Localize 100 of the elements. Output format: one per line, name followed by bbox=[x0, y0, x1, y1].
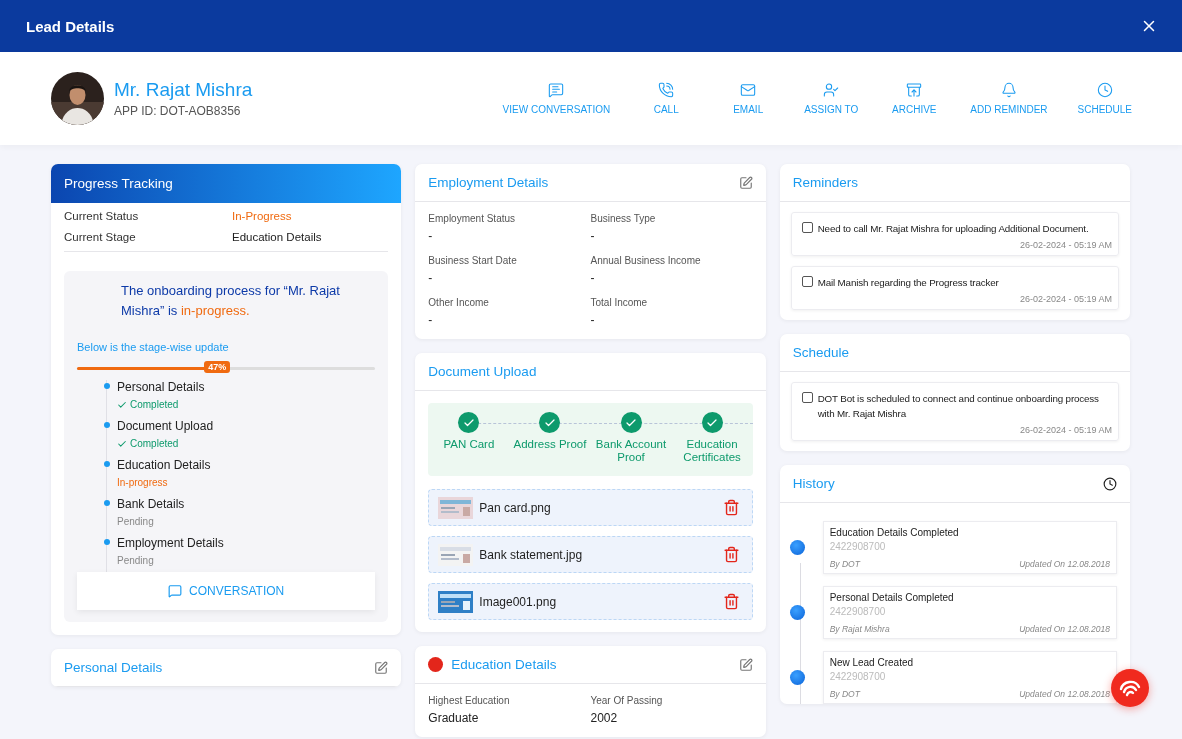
delete-button[interactable] bbox=[722, 593, 740, 610]
note-time: 26-02-2024 - 05:19 AM bbox=[1019, 294, 1112, 304]
history-author: By Rajat Mishra bbox=[829, 624, 890, 634]
window-title: Lead Details bbox=[26, 17, 115, 35]
stage-dot bbox=[104, 539, 110, 545]
note-time: 26-02-2024 - 05:19 AM bbox=[1019, 425, 1112, 435]
action-button[interactable]: ARCHIVE bbox=[888, 82, 941, 115]
stage-name: Document Upload bbox=[117, 419, 215, 433]
history-date: Updated On 12.08.2018 bbox=[1019, 624, 1110, 634]
field-label: Year Of Passing bbox=[590, 695, 664, 706]
check-icon bbox=[117, 438, 127, 449]
phone-icon bbox=[658, 82, 675, 98]
action-button[interactable]: ADD REMINDER bbox=[970, 82, 1048, 115]
chat-bot-button[interactable] bbox=[1111, 669, 1149, 707]
field-label: Highest Education bbox=[428, 695, 511, 706]
checkbox[interactable] bbox=[801, 392, 813, 403]
step-label: Bank Account Proof bbox=[594, 438, 668, 464]
file-name: Bank statement.jpg bbox=[479, 547, 584, 562]
progress-percent: 47% bbox=[204, 361, 231, 373]
stage-status: Pending bbox=[117, 516, 155, 527]
history-author: By DOT bbox=[829, 689, 860, 699]
note-text: Mail Manish regarding the Progress tracker bbox=[817, 276, 999, 290]
clock-icon bbox=[1103, 476, 1117, 491]
timeline-dot bbox=[789, 670, 805, 685]
file-name: Pan card.png bbox=[479, 500, 552, 515]
field-value: - bbox=[428, 313, 434, 327]
clock-icon bbox=[1096, 82, 1113, 98]
field-label: Total Income bbox=[590, 297, 649, 308]
dot-icon bbox=[428, 657, 444, 672]
field-value: - bbox=[590, 229, 596, 243]
mail-icon bbox=[740, 82, 757, 98]
field-value: Graduate bbox=[428, 711, 480, 725]
card-title: History bbox=[792, 476, 835, 491]
note-text: Need to call Mr. Rajat Mishra for uploading Additional Document. bbox=[817, 222, 1089, 236]
stage-dot bbox=[104, 500, 110, 506]
info-label: Current Stage bbox=[64, 231, 137, 243]
action-button[interactable]: VIEW CONVERSATION bbox=[502, 82, 611, 115]
card-title: Employment Details bbox=[428, 175, 549, 190]
stage-name: Bank Details bbox=[117, 497, 186, 511]
card-header: Progress Tracking bbox=[51, 164, 402, 203]
field-value: - bbox=[428, 271, 434, 285]
action-button[interactable]: SCHEDULE bbox=[1077, 82, 1132, 115]
note-time: 26-02-2024 - 05:19 AM bbox=[1019, 240, 1112, 250]
step-label: PAN Card bbox=[443, 438, 495, 451]
delete-button[interactable] bbox=[722, 546, 740, 563]
history-number: 2422908700 bbox=[829, 606, 887, 617]
edit-button[interactable] bbox=[738, 175, 753, 190]
field-value: - bbox=[590, 271, 596, 285]
history-title: Education Details Completed bbox=[829, 527, 960, 538]
conversation-button[interactable]: CONVERSATION bbox=[77, 572, 376, 610]
field-label: Annual Business Income bbox=[590, 255, 702, 266]
bell-icon bbox=[1000, 82, 1017, 98]
history-date: Updated On 12.08.2018 bbox=[1019, 689, 1110, 699]
stage-name: Education Details bbox=[117, 458, 212, 472]
info-value: In-Progress bbox=[232, 210, 293, 222]
field-value: 2002 bbox=[590, 711, 619, 725]
card-title: Reminders bbox=[792, 175, 858, 190]
info-value: Education Details bbox=[232, 231, 323, 243]
stage-dot bbox=[104, 422, 110, 428]
card-title: Document Upload bbox=[428, 364, 537, 379]
chat-icon bbox=[548, 82, 565, 98]
lead-name: Mr. Rajat Mishra bbox=[114, 79, 254, 101]
edit-button[interactable] bbox=[374, 660, 389, 675]
stage-name: Employment Details bbox=[117, 536, 225, 550]
status-message: The onboarding process for “Mr. Rajat Mishra” is in-progress. bbox=[120, 282, 341, 320]
check-icon bbox=[117, 399, 127, 410]
stage-status: Completed bbox=[117, 399, 376, 410]
action-button[interactable]: ASSIGN TO bbox=[804, 82, 859, 115]
archive-icon bbox=[906, 82, 923, 98]
field-label: Employment Status bbox=[428, 213, 517, 224]
field-label: Business Type bbox=[590, 213, 657, 224]
app-id: APP ID: DOT-AOB8356 bbox=[114, 104, 242, 118]
timeline-dot bbox=[789, 605, 805, 620]
action-button[interactable]: CALL bbox=[640, 82, 693, 115]
checkbox[interactable] bbox=[801, 222, 813, 233]
edit-button[interactable] bbox=[738, 657, 753, 672]
stage-subtitle: Below is the stage-wise update bbox=[77, 341, 230, 353]
history-title: Personal Details Completed bbox=[829, 592, 955, 603]
history-number: 2422908700 bbox=[829, 541, 887, 552]
history-author: By DOT bbox=[829, 559, 860, 569]
card-title: Education Details bbox=[451, 657, 557, 672]
history-title: New Lead Created bbox=[829, 657, 915, 668]
file-name: Image001.png bbox=[479, 594, 558, 609]
card-title: Schedule bbox=[792, 345, 849, 360]
stage-dot bbox=[104, 383, 110, 389]
info-label: Current Status bbox=[64, 210, 140, 222]
delete-button[interactable] bbox=[722, 499, 740, 516]
stage-status: In-progress bbox=[117, 477, 169, 488]
checkbox[interactable] bbox=[801, 276, 813, 287]
step-label: Education Certificates bbox=[682, 438, 742, 464]
stage-name: Personal Details bbox=[117, 380, 206, 394]
user-check-icon bbox=[823, 82, 840, 98]
action-button[interactable]: EMAIL bbox=[722, 82, 775, 115]
timeline-dot bbox=[789, 540, 805, 555]
history-date: Updated On 12.08.2018 bbox=[1019, 559, 1110, 569]
card-title: Personal Details bbox=[64, 660, 163, 675]
history-number: 2422908700 bbox=[829, 671, 887, 682]
field-value: - bbox=[428, 229, 434, 243]
note-text: DOT Bot is scheduled to connect and continue onboarding process with Mr. Rajat Mishra bbox=[817, 392, 1100, 421]
chat-icon bbox=[168, 584, 183, 598]
